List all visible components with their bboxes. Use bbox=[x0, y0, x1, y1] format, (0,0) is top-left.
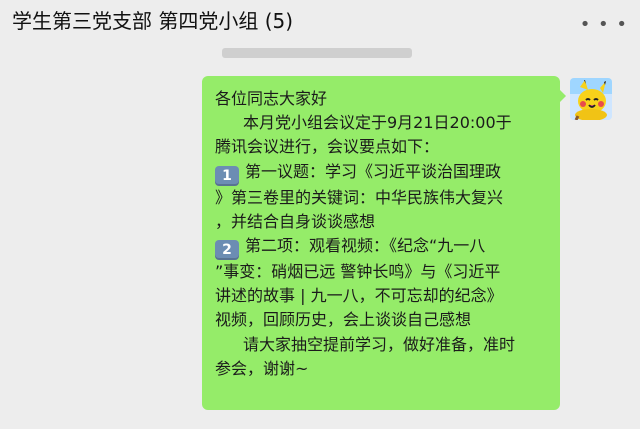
message-line-3: 第一议题：学习《习近平谈治国理政 bbox=[245, 161, 502, 181]
chat-header: 学生第三党支部 第四党小组 (5) • • • bbox=[0, 0, 640, 48]
message-line-9: 视频，回顾历史，会上谈谈自己感想 bbox=[215, 310, 472, 330]
chat-window: 学生第三党支部 第四党小组 (5) • • • 各位同志大家好 本月党小组会议定… bbox=[0, 0, 640, 429]
keycap-one-icon: 1 bbox=[215, 165, 239, 186]
message-line-7: ”事变：硝烟已远 警钟长鸣》与《习近平 bbox=[215, 262, 501, 282]
message-bubble[interactable]: 各位同志大家好 本月党小组会议定于9月21日20:00于 腾讯会议进行，会议要点… bbox=[202, 76, 566, 410]
message-line-6: 第二项：观看视频：《纪念“九一八 bbox=[245, 236, 486, 256]
keycap-two-icon: 2 bbox=[215, 240, 239, 261]
message-line-10: 请大家抽空提前学习，做好准备，准时 bbox=[243, 334, 516, 354]
message-line-2: 腾讯会议进行，会议要点如下： bbox=[215, 137, 440, 157]
message-line-8: 讲述的故事 | 九一八，不可忘却的纪念》 bbox=[215, 286, 503, 306]
message-line-11: 参会，谢谢~ bbox=[215, 358, 309, 378]
more-dots-icon[interactable]: • • • bbox=[580, 14, 628, 35]
message-line-5: ，并结合自身谈谈感想 bbox=[215, 211, 376, 231]
user-avatar[interactable] bbox=[570, 78, 612, 120]
message-item-2: 2 第二项：观看视频：《纪念“九一八 bbox=[215, 234, 548, 261]
message-line-4: 》第三卷里的关键词：中华民族伟大复兴 bbox=[215, 187, 504, 207]
chat-title: 学生第三党支部 第四党小组 (5) bbox=[12, 9, 294, 33]
history-loading-strip bbox=[222, 48, 412, 58]
pikachu-avatar-icon bbox=[570, 78, 612, 120]
message-line-1: 本月党小组会议定于9月21日20:00于 bbox=[243, 113, 512, 133]
message-item-1: 1 第一议题：学习《习近平谈治国理政 bbox=[215, 160, 548, 186]
message-greeting: 各位同志大家好 bbox=[215, 89, 328, 108]
